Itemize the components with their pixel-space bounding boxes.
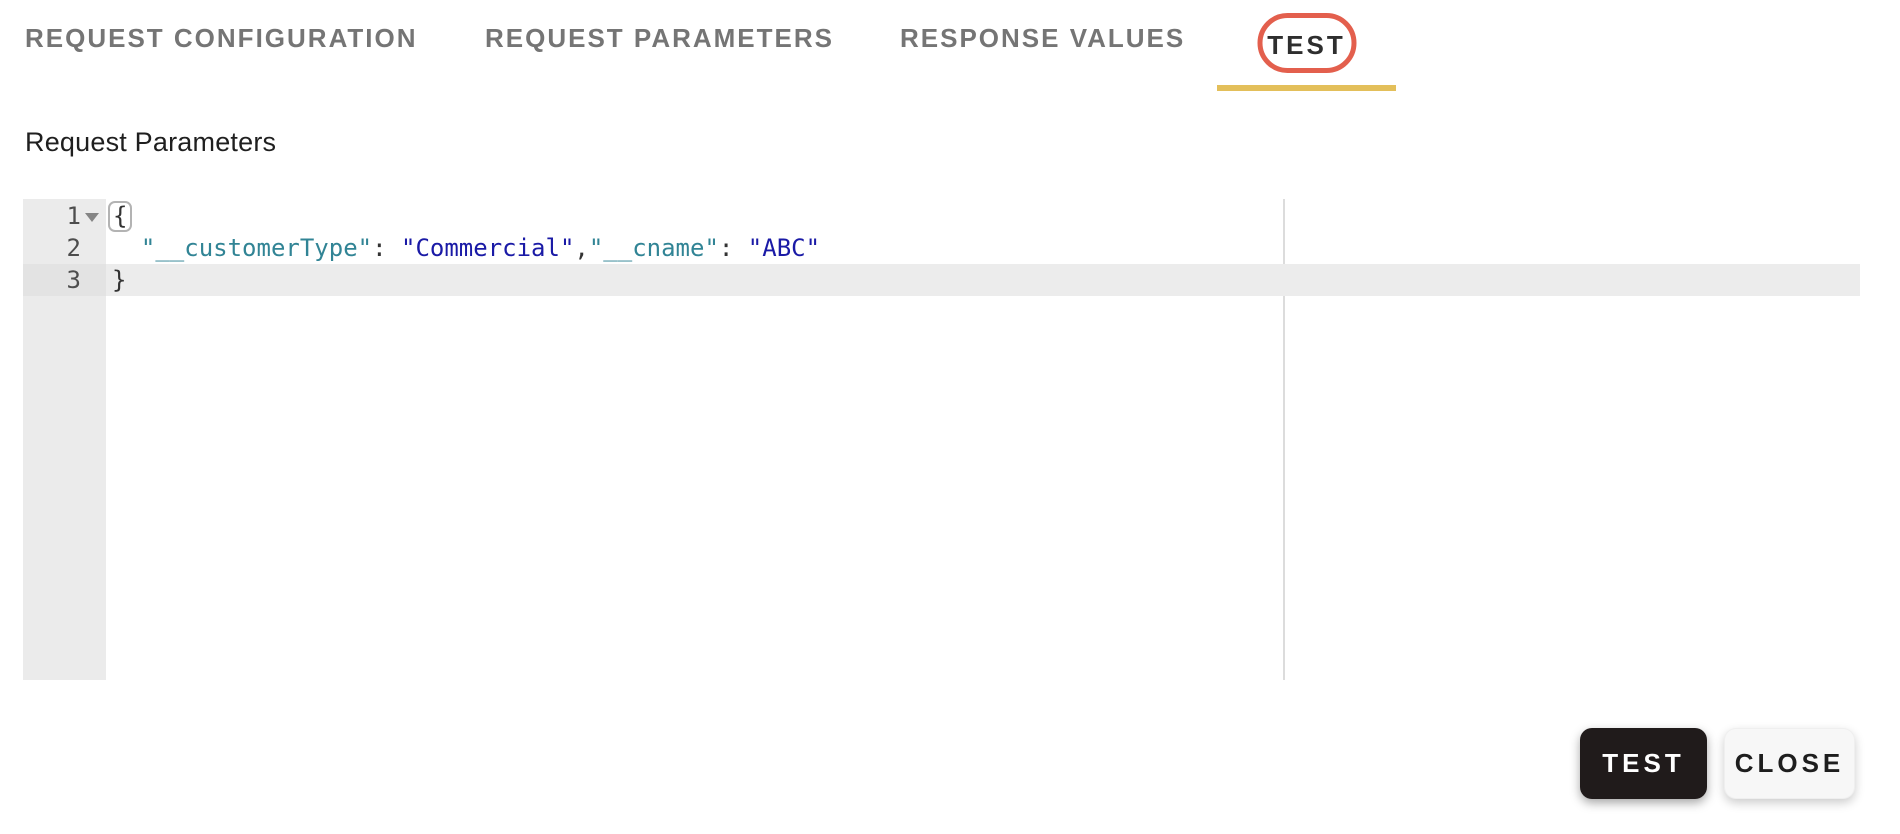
open-brace-bracket-match: { [108, 201, 133, 232]
code-line-2[interactable]: "__customerType": "Commercial","__cname"… [106, 232, 1860, 264]
code-token-colon-2: : [718, 234, 748, 262]
gutter-row-1: 1 [23, 200, 106, 232]
line-number-2: 2 [66, 234, 81, 262]
active-tab-underline [1217, 85, 1396, 91]
code-token-key-cname: "__cname" [588, 234, 719, 262]
test-panel: REQUEST CONFIGURATION REQUEST PARAMETERS… [0, 0, 1900, 834]
code-token-indent [112, 234, 141, 262]
tab-response-values[interactable]: RESPONSE VALUES [900, 23, 1185, 54]
gutter-row-2: 2 [23, 232, 106, 264]
action-button-row: TEST CLOSE [1580, 728, 1855, 799]
code-line-1[interactable]: { [106, 200, 1860, 232]
code-token-colon: : [372, 234, 401, 262]
tab-test-label: TEST [1267, 30, 1346, 60]
tab-request-parameters[interactable]: REQUEST PARAMETERS [485, 23, 834, 54]
line-number-1: 1 [66, 202, 81, 230]
line-number-3: 3 [66, 266, 81, 294]
code-token-value-commercial: "Commercial" [401, 234, 575, 262]
tab-test[interactable]: TEST [1217, 0, 1396, 91]
section-title: Request Parameters [25, 127, 277, 157]
code-token-value-abc: "ABC" [747, 234, 821, 262]
editor-content[interactable]: { "__customerType": "Commercial","__cnam… [106, 199, 1860, 680]
code-token-key-customer-type: "__customerType" [140, 234, 373, 262]
code-line-3[interactable]: } [106, 264, 1860, 296]
editor-gutter: 1 2 3 [23, 199, 106, 680]
json-editor[interactable]: 1 2 3 { "__customerType": "Commercial","… [23, 199, 1860, 680]
gutter-row-3: 3 [23, 264, 106, 296]
tab-request-configuration[interactable]: REQUEST CONFIGURATION [25, 23, 418, 54]
test-button[interactable]: TEST [1580, 728, 1707, 799]
close-brace: } [112, 266, 127, 294]
code-token-comma: , [574, 234, 589, 262]
close-button[interactable]: CLOSE [1724, 728, 1855, 799]
tab-bar: REQUEST CONFIGURATION REQUEST PARAMETERS… [0, 0, 1900, 92]
fold-arrow-icon[interactable] [85, 213, 99, 222]
